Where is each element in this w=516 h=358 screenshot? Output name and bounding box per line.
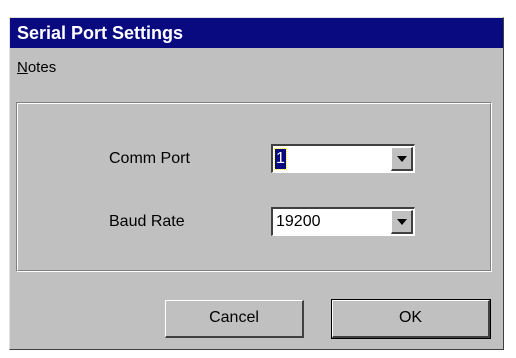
settings-group: Comm Port 1 Baud Rate 19200 (16, 102, 492, 272)
comm-port-label: Comm Port (109, 150, 190, 167)
menu-item-notes[interactable]: Notes (17, 59, 56, 76)
ok-button[interactable]: OK (331, 299, 491, 339)
menu-item-notes-label: otes (27, 59, 57, 76)
menu-bar: Notes (10, 48, 503, 84)
comm-port-combobox[interactable]: 1 (271, 144, 415, 173)
window-title: Serial Port Settings (10, 18, 503, 48)
chevron-down-icon (397, 219, 407, 225)
comm-port-dropdown-button[interactable] (391, 147, 413, 171)
cancel-button[interactable]: Cancel (165, 300, 304, 338)
menu-item-notes-accelerator: N (17, 59, 28, 76)
baud-rate-dropdown-button[interactable] (391, 210, 413, 234)
chevron-down-icon (397, 156, 407, 162)
baud-rate-combobox[interactable]: 19200 (271, 207, 415, 236)
comm-port-value: 1 (274, 148, 287, 170)
serial-port-settings-window: Serial Port Settings Notes Comm Port 1 B… (9, 17, 504, 350)
baud-rate-label: Baud Rate (109, 213, 185, 230)
baud-rate-value: 19200 (276, 213, 321, 230)
